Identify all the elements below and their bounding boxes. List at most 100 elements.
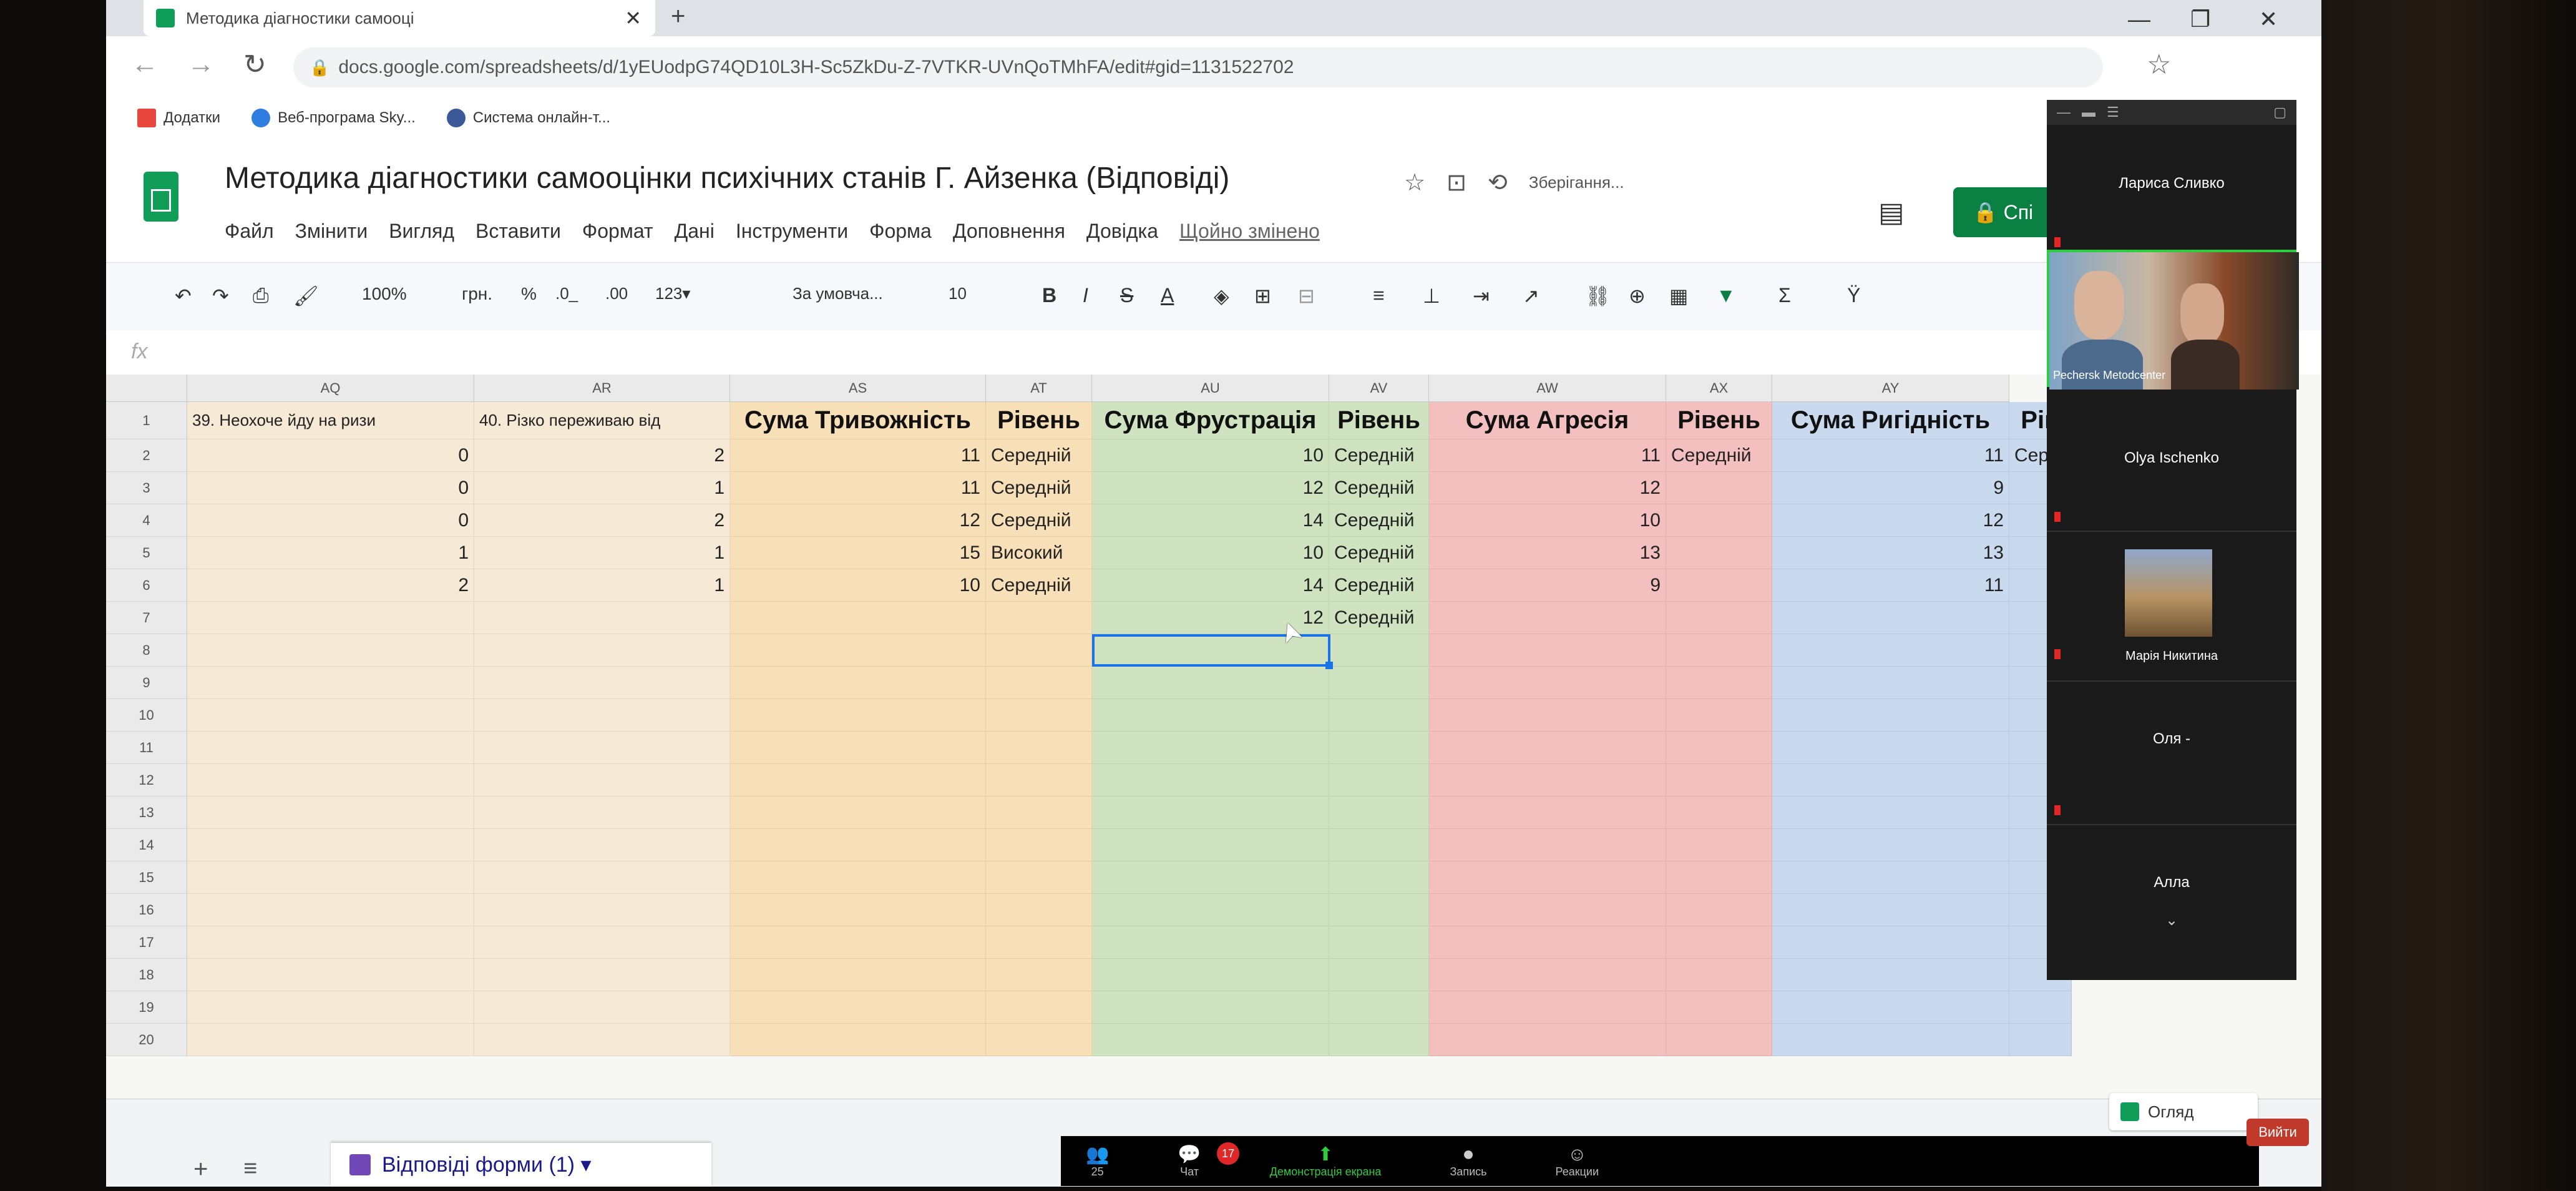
table-cell[interactable] bbox=[730, 796, 986, 829]
document-title[interactable]: Методика діагностики самооцінки психічни… bbox=[225, 161, 1229, 195]
table-cell[interactable]: 11 bbox=[730, 439, 986, 472]
table-cell[interactable] bbox=[187, 894, 474, 926]
vertical-align-icon[interactable]: ⊥ bbox=[1423, 284, 1440, 308]
row-header[interactable]: 13 bbox=[106, 796, 187, 829]
zoom-select[interactable]: 100% bbox=[362, 284, 407, 304]
table-cell[interactable] bbox=[1772, 861, 2009, 894]
table-cell[interactable] bbox=[1429, 894, 1666, 926]
menu-form[interactable]: Форма bbox=[869, 220, 932, 243]
table-cell[interactable] bbox=[730, 926, 986, 959]
table-cell[interactable]: 12 bbox=[1772, 504, 2009, 537]
table-cell[interactable] bbox=[1092, 732, 1329, 764]
row-header[interactable]: 18 bbox=[106, 959, 187, 991]
table-cell[interactable]: Середній bbox=[1329, 537, 1429, 569]
table-cell[interactable] bbox=[1772, 634, 2009, 667]
table-cell[interactable] bbox=[1092, 796, 1329, 829]
active-speaker-tile[interactable]: Pechersk Metodcenter bbox=[2047, 250, 2299, 390]
table-cell[interactable]: Середній bbox=[1329, 472, 1429, 504]
table-cell[interactable] bbox=[1092, 894, 1329, 926]
table-cell[interactable] bbox=[474, 732, 730, 764]
menu-data[interactable]: Дані bbox=[675, 220, 715, 243]
table-cell[interactable] bbox=[986, 1024, 1092, 1056]
table-cell[interactable] bbox=[986, 829, 1092, 861]
row-header[interactable]: 4 bbox=[106, 504, 187, 537]
header-cell[interactable]: Рівень bbox=[986, 402, 1092, 439]
table-cell[interactable] bbox=[986, 634, 1092, 667]
table-cell[interactable]: 15 bbox=[730, 537, 986, 569]
row-header[interactable]: 11 bbox=[106, 732, 187, 764]
table-cell[interactable] bbox=[474, 634, 730, 667]
table-cell[interactable]: 11 bbox=[1772, 439, 2009, 472]
table-cell[interactable] bbox=[730, 959, 986, 991]
table-cell[interactable] bbox=[1429, 634, 1666, 667]
table-cell[interactable] bbox=[1666, 764, 1772, 796]
table-cell[interactable] bbox=[730, 829, 986, 861]
bookmark-skype[interactable]: Веб-програма Sky... bbox=[251, 109, 416, 127]
table-cell[interactable] bbox=[986, 732, 1092, 764]
share-button[interactable]: 🔒 Спі bbox=[1953, 187, 2053, 237]
table-cell[interactable] bbox=[730, 667, 986, 699]
menu-view[interactable]: Вигляд bbox=[389, 220, 454, 243]
table-cell[interactable] bbox=[1429, 796, 1666, 829]
horizontal-align-icon[interactable]: ≡ bbox=[1373, 284, 1385, 307]
row-header[interactable]: 8 bbox=[106, 634, 187, 667]
comments-icon[interactable]: ▤ bbox=[1878, 197, 1905, 228]
table-cell[interactable]: 12 bbox=[730, 504, 986, 537]
forward-icon[interactable]: → bbox=[187, 49, 215, 80]
participant-tile[interactable]: Olya Ischenko bbox=[2047, 387, 2296, 532]
table-cell[interactable] bbox=[1772, 991, 2009, 1024]
row-header[interactable]: 6 bbox=[106, 569, 187, 602]
table-cell[interactable] bbox=[187, 1024, 474, 1056]
move-folder-icon[interactable]: ⊡ bbox=[1447, 169, 1466, 197]
table-cell[interactable] bbox=[187, 764, 474, 796]
menu-help[interactable]: Довідка bbox=[1086, 220, 1158, 243]
column-header-AT[interactable]: AT bbox=[986, 375, 1092, 402]
table-cell[interactable]: 10 bbox=[1429, 504, 1666, 537]
table-cell[interactable] bbox=[1666, 472, 1772, 504]
table-cell[interactable]: 11 bbox=[1772, 569, 2009, 602]
view-icon[interactable]: ▬ bbox=[2082, 104, 2095, 120]
header-cell[interactable]: 39. Неохоче йду на ризи bbox=[187, 402, 474, 439]
table-cell[interactable]: 10 bbox=[730, 569, 986, 602]
table-cell[interactable] bbox=[730, 1024, 986, 1056]
table-cell[interactable] bbox=[474, 926, 730, 959]
table-cell[interactable] bbox=[1429, 959, 1666, 991]
table-cell[interactable] bbox=[1666, 634, 1772, 667]
table-cell[interactable] bbox=[1772, 829, 2009, 861]
menu-format[interactable]: Формат bbox=[582, 220, 653, 243]
table-cell[interactable] bbox=[1666, 569, 1772, 602]
column-header-AW[interactable]: AW bbox=[1429, 375, 1666, 402]
row-header[interactable]: 20 bbox=[106, 1024, 187, 1056]
all-sheets-icon[interactable]: ≡ bbox=[243, 1155, 257, 1182]
table-cell[interactable]: 2 bbox=[187, 569, 474, 602]
table-cell[interactable] bbox=[1092, 764, 1329, 796]
table-cell[interactable] bbox=[1329, 861, 1429, 894]
table-cell[interactable] bbox=[1092, 959, 1329, 991]
table-cell[interactable] bbox=[1772, 764, 2009, 796]
table-cell[interactable] bbox=[1329, 1024, 1429, 1056]
strikethrough-button[interactable]: S bbox=[1120, 284, 1133, 307]
menu-addons[interactable]: Доповнення bbox=[953, 220, 1065, 243]
table-cell[interactable] bbox=[474, 959, 730, 991]
more-formats-button[interactable]: 123▾ bbox=[655, 284, 690, 303]
redo-icon[interactable]: ↷ bbox=[212, 284, 229, 308]
table-cell[interactable] bbox=[1666, 537, 1772, 569]
select-all-corner[interactable] bbox=[106, 375, 187, 402]
table-cell[interactable] bbox=[1772, 732, 2009, 764]
header-cell[interactable]: Сума Тривожність bbox=[730, 402, 986, 439]
table-cell[interactable] bbox=[187, 796, 474, 829]
table-cell[interactable] bbox=[1666, 699, 1772, 732]
table-cell[interactable]: 12 bbox=[1429, 472, 1666, 504]
table-cell[interactable] bbox=[1666, 504, 1772, 537]
table-cell[interactable] bbox=[474, 991, 730, 1024]
header-cell[interactable]: Рівень bbox=[1329, 402, 1429, 439]
row-header[interactable]: 14 bbox=[106, 829, 187, 861]
table-cell[interactable] bbox=[730, 861, 986, 894]
table-cell[interactable]: 1 bbox=[474, 472, 730, 504]
table-cell[interactable] bbox=[1329, 991, 1429, 1024]
row-header[interactable]: 16 bbox=[106, 894, 187, 926]
table-cell[interactable] bbox=[187, 602, 474, 634]
browser-tab[interactable]: Методика діагностики самооці ✕ bbox=[144, 0, 655, 36]
bookmark-apps[interactable]: Додатки bbox=[137, 109, 220, 127]
header-cell[interactable]: Сума Фрустрація bbox=[1092, 402, 1329, 439]
